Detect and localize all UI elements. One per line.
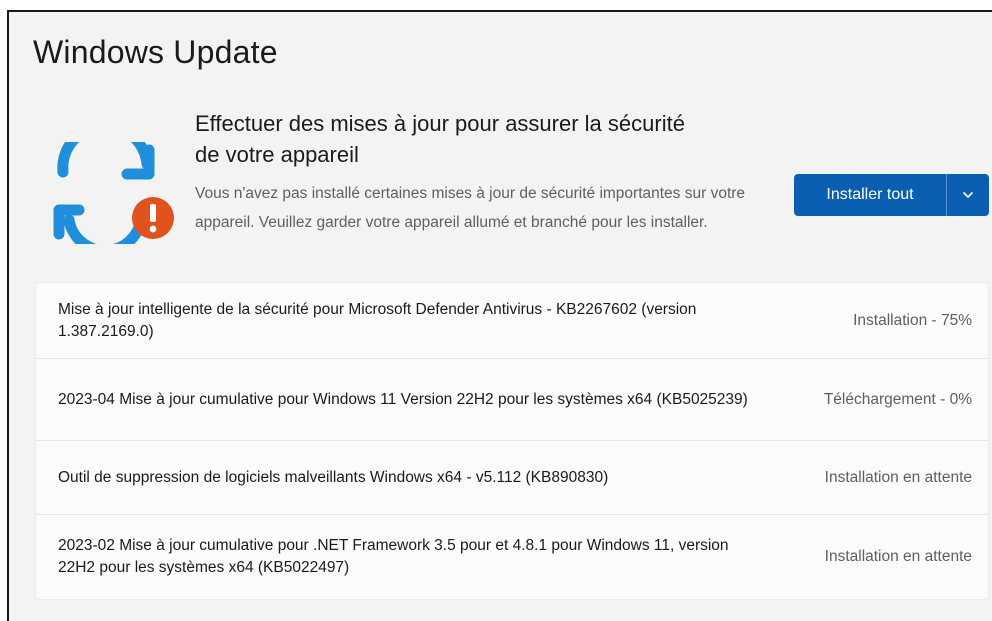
update-row[interactable]: Mise à jour intelligente de la sécurité …	[36, 283, 988, 359]
update-status: Installation en attente	[824, 548, 972, 565]
update-row[interactable]: Outil de suppression de logiciels malvei…	[36, 441, 988, 515]
install-options-button[interactable]	[947, 174, 989, 216]
update-name: Mise à jour intelligente de la sécurité …	[58, 300, 697, 340]
update-status: Installation en attente	[824, 468, 972, 486]
update-list: Mise à jour intelligente de la sécurité …	[35, 282, 989, 600]
update-row[interactable]: 2023-02 Mise à jour cumulative pour .NET…	[36, 515, 988, 599]
install-all-button[interactable]: Installer tout	[794, 174, 946, 216]
install-button-group: Installer tout	[794, 174, 989, 216]
chevron-down-icon	[963, 192, 973, 198]
update-status: Installation - 75%	[853, 311, 972, 329]
update-name: Outil de suppression de logiciels malvei…	[58, 468, 609, 486]
update-name: 2023-04 Mise à jour cumulative pour Wind…	[58, 390, 748, 408]
sync-warning-icon	[53, 142, 174, 244]
status-headline: Effectuer des mises à jour pour assurer …	[195, 111, 685, 167]
status-description: Vous n'avez pas installé certaines mises…	[195, 185, 746, 231]
update-row[interactable]: 2023-04 Mise à jour cumulative pour Wind…	[36, 359, 988, 441]
update-status: Téléchargement - 0%	[823, 390, 972, 408]
page-title: Windows Update	[33, 34, 278, 70]
update-name: 2023-02 Mise à jour cumulative pour .NET…	[58, 537, 729, 576]
windows-update-window: Windows Update Effectuer des mises à jou…	[7, 10, 992, 621]
